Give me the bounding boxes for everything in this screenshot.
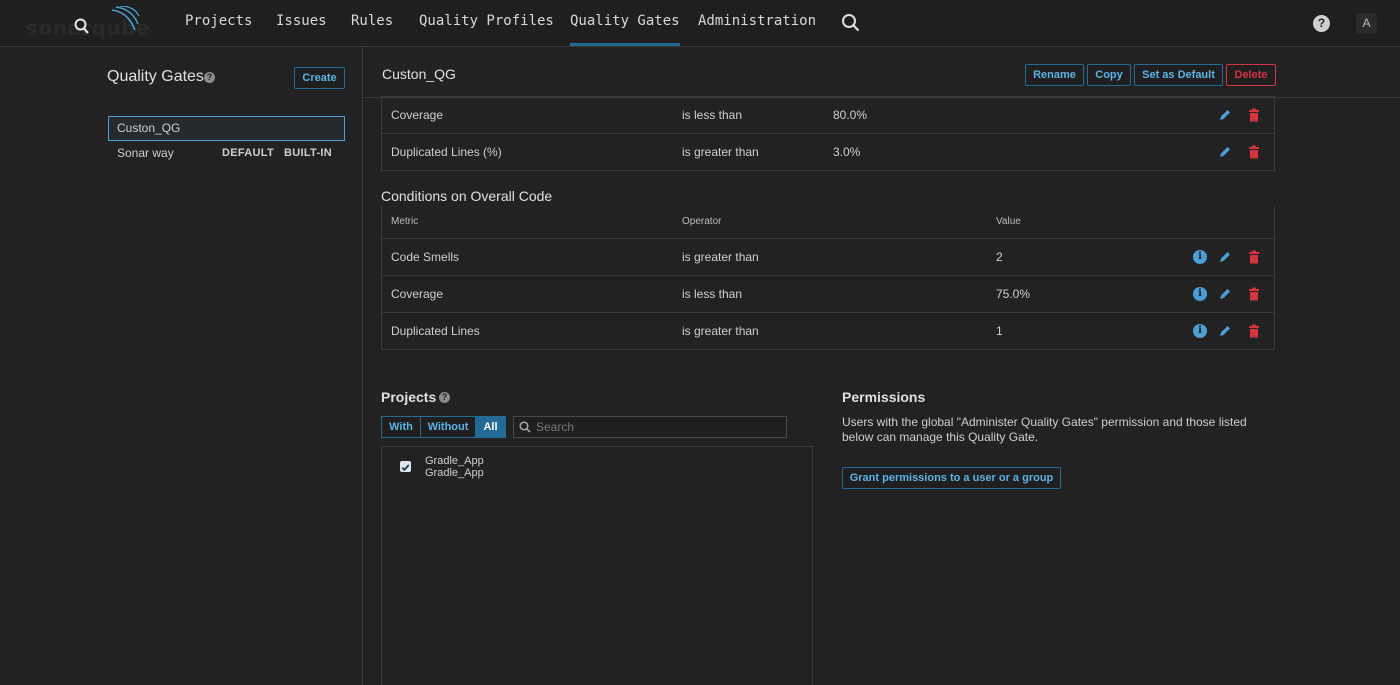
project-checkbox[interactable]	[400, 461, 411, 472]
condition-value: 3.0%	[833, 145, 861, 159]
nav-administration[interactable]: Administration	[698, 0, 816, 46]
table-header: Metric Operator Value	[382, 206, 1274, 238]
grant-permissions-button[interactable]: Grant permissions to a user or a group	[842, 467, 1061, 489]
table-row: Duplicated Lines is greater than 1 i	[382, 312, 1274, 349]
condition-operator: is greater than	[682, 324, 759, 338]
new-code-conditions-table: Coverage is less than 80.0% Duplicated L…	[381, 96, 1275, 171]
gate-title: Custon_QG	[382, 66, 456, 82]
delete-icon[interactable]	[1247, 287, 1261, 301]
filter-without-button[interactable]: Without	[420, 416, 476, 438]
delete-icon[interactable]	[1247, 145, 1261, 159]
condition-value: 1	[996, 324, 1003, 338]
project-key: Gradle_App	[425, 467, 484, 479]
avatar[interactable]: A	[1356, 13, 1377, 34]
permissions-title: Permissions	[842, 389, 926, 405]
condition-metric: Code Smells	[391, 250, 460, 264]
header-value: Value	[996, 216, 1021, 227]
default-badge: DEFAULT	[222, 147, 275, 159]
set-as-default-button[interactable]: Set as Default	[1134, 64, 1223, 86]
table-row: Duplicated Lines (%) is greater than 3.0…	[382, 133, 1274, 170]
table-row: Coverage is less than 80.0%	[382, 96, 1274, 133]
quality-gates-sidebar: Quality Gates ? Create Custon_QG Sonar w…	[0, 47, 363, 685]
search-icon	[519, 421, 531, 433]
edit-icon[interactable]	[1218, 108, 1232, 122]
info-icon[interactable]: i	[1193, 250, 1207, 264]
logo-waves-icon	[111, 6, 140, 31]
condition-operator: is less than	[682, 287, 743, 301]
search-input[interactable]	[536, 419, 776, 435]
projects-help-icon[interactable]: ?	[439, 392, 450, 403]
sonarqube-logo[interactable]: sonarqube	[22, 6, 150, 40]
project-name: Gradle_App	[425, 455, 484, 467]
info-icon[interactable]: i	[1193, 287, 1207, 301]
nav-issues[interactable]: Issues	[276, 0, 327, 46]
delete-button[interactable]: Delete	[1226, 64, 1276, 86]
delete-icon[interactable]	[1247, 250, 1261, 264]
condition-operator: is greater than	[682, 250, 759, 264]
table-row: Code Smells is greater than 2 i	[382, 238, 1274, 275]
delete-icon[interactable]	[1247, 108, 1261, 122]
condition-value: 75.0%	[996, 287, 1031, 301]
sidebar-help-icon[interactable]: ?	[204, 72, 215, 83]
condition-operator: is less than	[682, 108, 743, 122]
header-metric: Metric	[391, 216, 419, 227]
permissions-description: Users with the global "Administer Qualit…	[842, 415, 1247, 444]
nav-projects[interactable]: Projects	[185, 0, 252, 46]
help-icon[interactable]: ?	[1313, 15, 1330, 32]
condition-metric: Duplicated Lines (%)	[391, 145, 502, 159]
condition-value: 2	[996, 250, 1003, 264]
project-search-field[interactable]	[513, 416, 787, 438]
project-list: Gradle_App Gradle_App	[381, 446, 813, 685]
edit-icon[interactable]	[1218, 324, 1232, 338]
header-operator: Operator	[682, 216, 722, 227]
nav-quality-gates[interactable]: Quality Gates	[570, 0, 680, 46]
built-in-badge: BUILT-IN	[284, 147, 333, 159]
gate-item-custon-qg[interactable]: Custon_QG	[108, 116, 345, 141]
edit-icon[interactable]	[1218, 287, 1232, 301]
condition-metric: Coverage	[391, 108, 444, 122]
checkmark-icon	[401, 464, 410, 472]
sidebar-title: Quality Gates	[107, 68, 204, 85]
nav-quality-profiles[interactable]: Quality Profiles	[419, 0, 554, 46]
gate-item-label: Sonar way	[117, 146, 174, 160]
edit-icon[interactable]	[1218, 250, 1232, 264]
rename-button[interactable]: Rename	[1025, 64, 1084, 86]
edit-icon[interactable]	[1218, 145, 1232, 159]
gate-item-label: Custon_QG	[117, 121, 181, 135]
projects-title: Projects	[381, 389, 437, 405]
create-button[interactable]: Create	[294, 67, 345, 89]
nav-rules[interactable]: Rules	[351, 0, 393, 46]
info-icon[interactable]: i	[1193, 324, 1207, 338]
condition-operator: is greater than	[682, 145, 759, 159]
overall-conditions-table: Metric Operator Value Code Smells is gre…	[381, 206, 1275, 350]
search-icon[interactable]	[841, 13, 861, 33]
copy-button[interactable]: Copy	[1087, 64, 1131, 86]
condition-metric: Coverage	[391, 287, 444, 301]
filter-with-button[interactable]: With	[381, 416, 421, 438]
gate-item-sonar-way[interactable]: Sonar way DEFAULT BUILT-IN	[108, 141, 345, 166]
condition-value: 80.0%	[833, 108, 868, 122]
top-navigation: sonarqube Projects Issues Rules Quality …	[0, 0, 1400, 47]
logo-search-icon	[74, 18, 89, 34]
condition-metric: Duplicated Lines	[391, 324, 480, 338]
delete-icon[interactable]	[1247, 324, 1261, 338]
table-row: Coverage is less than 75.0% i	[382, 275, 1274, 312]
filter-all-button[interactable]: All	[475, 416, 506, 438]
overall-conditions-title: Conditions on Overall Code	[381, 188, 553, 204]
